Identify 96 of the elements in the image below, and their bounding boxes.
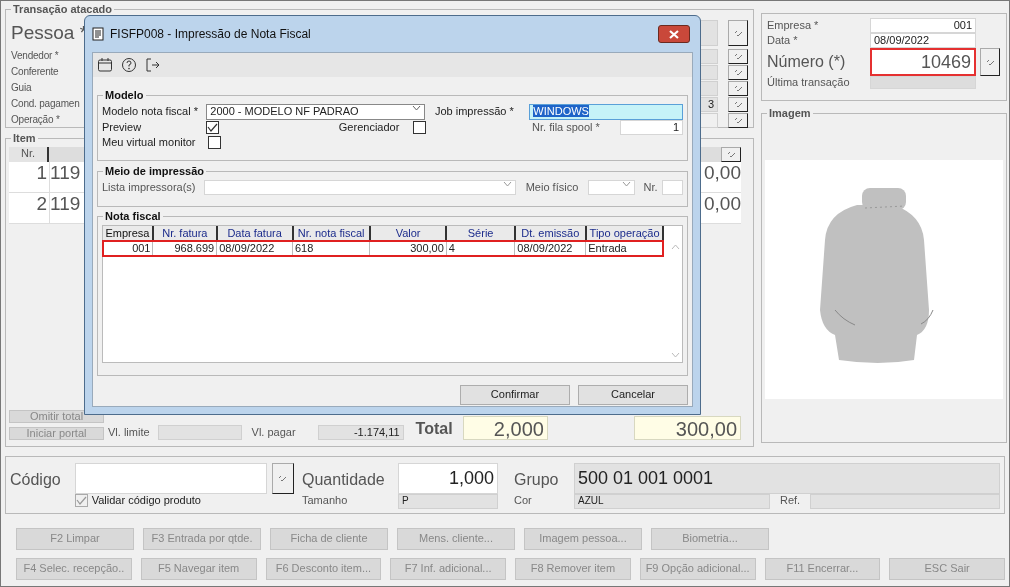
table-cell: 001	[103, 241, 153, 256]
input-value: WINDOWS	[533, 105, 589, 117]
toolbar-button[interactable]	[97, 57, 113, 73]
lookup-button[interactable]	[728, 48, 748, 64]
scroll-up-icon	[670, 244, 680, 250]
input-field[interactable]: 1,000	[398, 463, 498, 494]
field-label: Última transação	[767, 75, 851, 90]
dropdown[interactable]: 2000 - MODELO NF PADRAO	[206, 104, 425, 120]
lookup-button[interactable]	[721, 147, 741, 162]
field-label: Código	[10, 470, 62, 490]
input-field[interactable]: 10469	[870, 48, 976, 76]
chevron-icon	[411, 105, 421, 111]
field-label: Nr.	[643, 180, 658, 195]
calendar-icon	[97, 57, 113, 73]
field-label: Vl. limite	[108, 425, 150, 440]
dots-icon	[726, 151, 736, 158]
window-title: FISFP008 - Impressão de Nota Fiscal	[110, 26, 312, 42]
table-cell: 1	[9, 162, 49, 193]
input-field[interactable]: 001	[870, 18, 976, 33]
checkbox[interactable]	[208, 136, 221, 149]
chevron-icon	[502, 181, 512, 187]
lookup-button[interactable]	[271, 463, 294, 494]
dots-icon	[733, 29, 743, 37]
field-label: Ref.	[779, 494, 802, 508]
toolbar-button[interactable]	[121, 57, 137, 73]
help-icon	[121, 57, 137, 73]
lookup-button[interactable]	[728, 80, 748, 96]
lookup-button[interactable]	[728, 64, 748, 80]
field-label: Guia	[11, 82, 33, 94]
checkbox-label: Meu virtual monitor	[102, 135, 197, 150]
field-label: Data *	[767, 33, 799, 48]
input-field: P	[398, 494, 498, 509]
field-label: Vl. pagar	[251, 425, 296, 440]
field-label: Quantidade	[302, 470, 386, 490]
input-field[interactable]	[74, 463, 267, 494]
scroll-down-icon	[670, 352, 680, 358]
field-label: Modelo nota fiscal *	[102, 105, 199, 119]
checkbox[interactable]	[413, 121, 426, 134]
input-field[interactable]: 08/09/2022	[870, 33, 976, 48]
field-label: Operação *	[11, 114, 61, 126]
chevron-icon	[621, 181, 631, 187]
dots-icon	[733, 52, 743, 60]
field-label: Meio físico	[525, 180, 579, 195]
dots-icon	[733, 100, 743, 108]
field-label: Cond. pagamen	[11, 98, 81, 110]
table-cell: 08/09/2022	[514, 241, 586, 256]
close-icon	[669, 29, 679, 39]
table-cell: 08/09/2022	[216, 241, 293, 256]
field-label: Empresa *	[767, 18, 820, 33]
lookup-button[interactable]	[728, 20, 748, 46]
dots-icon	[733, 68, 743, 76]
table-cell: 300,00	[369, 241, 447, 256]
dialog-button[interactable]: Cancelar	[578, 385, 688, 405]
input-field[interactable]: WINDOWS	[529, 104, 683, 120]
group-title: Transação atacado	[11, 3, 115, 17]
field-label: Cor	[514, 494, 533, 508]
input-field: 500 01 001 0001	[574, 463, 1000, 494]
total-amount: 300,00	[633, 416, 741, 440]
total-label: Total	[415, 419, 453, 439]
input-field[interactable]: 1	[620, 120, 683, 135]
lookup-button[interactable]	[728, 96, 748, 112]
checkbox[interactable]	[205, 121, 219, 134]
table-cell: 4	[446, 241, 515, 256]
input-field: AZUL	[574, 494, 770, 509]
dots-icon	[733, 116, 743, 124]
dots-icon	[733, 84, 743, 92]
group-title: Meio de impressão	[103, 165, 207, 179]
table-cell: Entrada	[585, 241, 664, 256]
field-label: Conferente	[11, 66, 60, 78]
close-button[interactable]	[658, 25, 690, 43]
table-cell: 968.699	[153, 241, 217, 256]
toolbar-button[interactable]	[145, 57, 161, 73]
checkbox-label: Validar código produto	[91, 494, 201, 508]
dropdown-value: 2000 - MODELO NF PADRAO	[210, 105, 359, 119]
table-cell: 618	[292, 241, 370, 256]
dialog-button[interactable]: Confirmar	[460, 385, 570, 405]
checkbox-label: Gerenciador	[338, 120, 401, 135]
field-label: Job impressão *	[434, 105, 515, 119]
field-label: Vendedor *	[11, 50, 60, 62]
field-label: Tamanho	[302, 494, 349, 508]
lookup-button[interactable]	[728, 112, 748, 128]
dots-icon	[278, 475, 288, 482]
exit-icon	[145, 57, 161, 73]
field-label: Grupo	[514, 470, 560, 490]
document-icon	[92, 27, 104, 41]
table-cell: 2	[9, 193, 49, 224]
field-label: Número (*)	[767, 52, 847, 72]
group-title: Imagem	[767, 107, 813, 121]
input-field: -1.174,11	[317, 425, 404, 440]
checkbox-label: Preview	[102, 120, 143, 135]
input-field[interactable]	[661, 180, 683, 195]
column-header: Nr.	[9, 147, 49, 162]
total-quantity: 2,000	[462, 416, 548, 440]
lookup-button[interactable]	[980, 48, 1000, 76]
dots-icon	[985, 58, 995, 66]
field-label: Nr. fila spool *	[532, 120, 601, 135]
